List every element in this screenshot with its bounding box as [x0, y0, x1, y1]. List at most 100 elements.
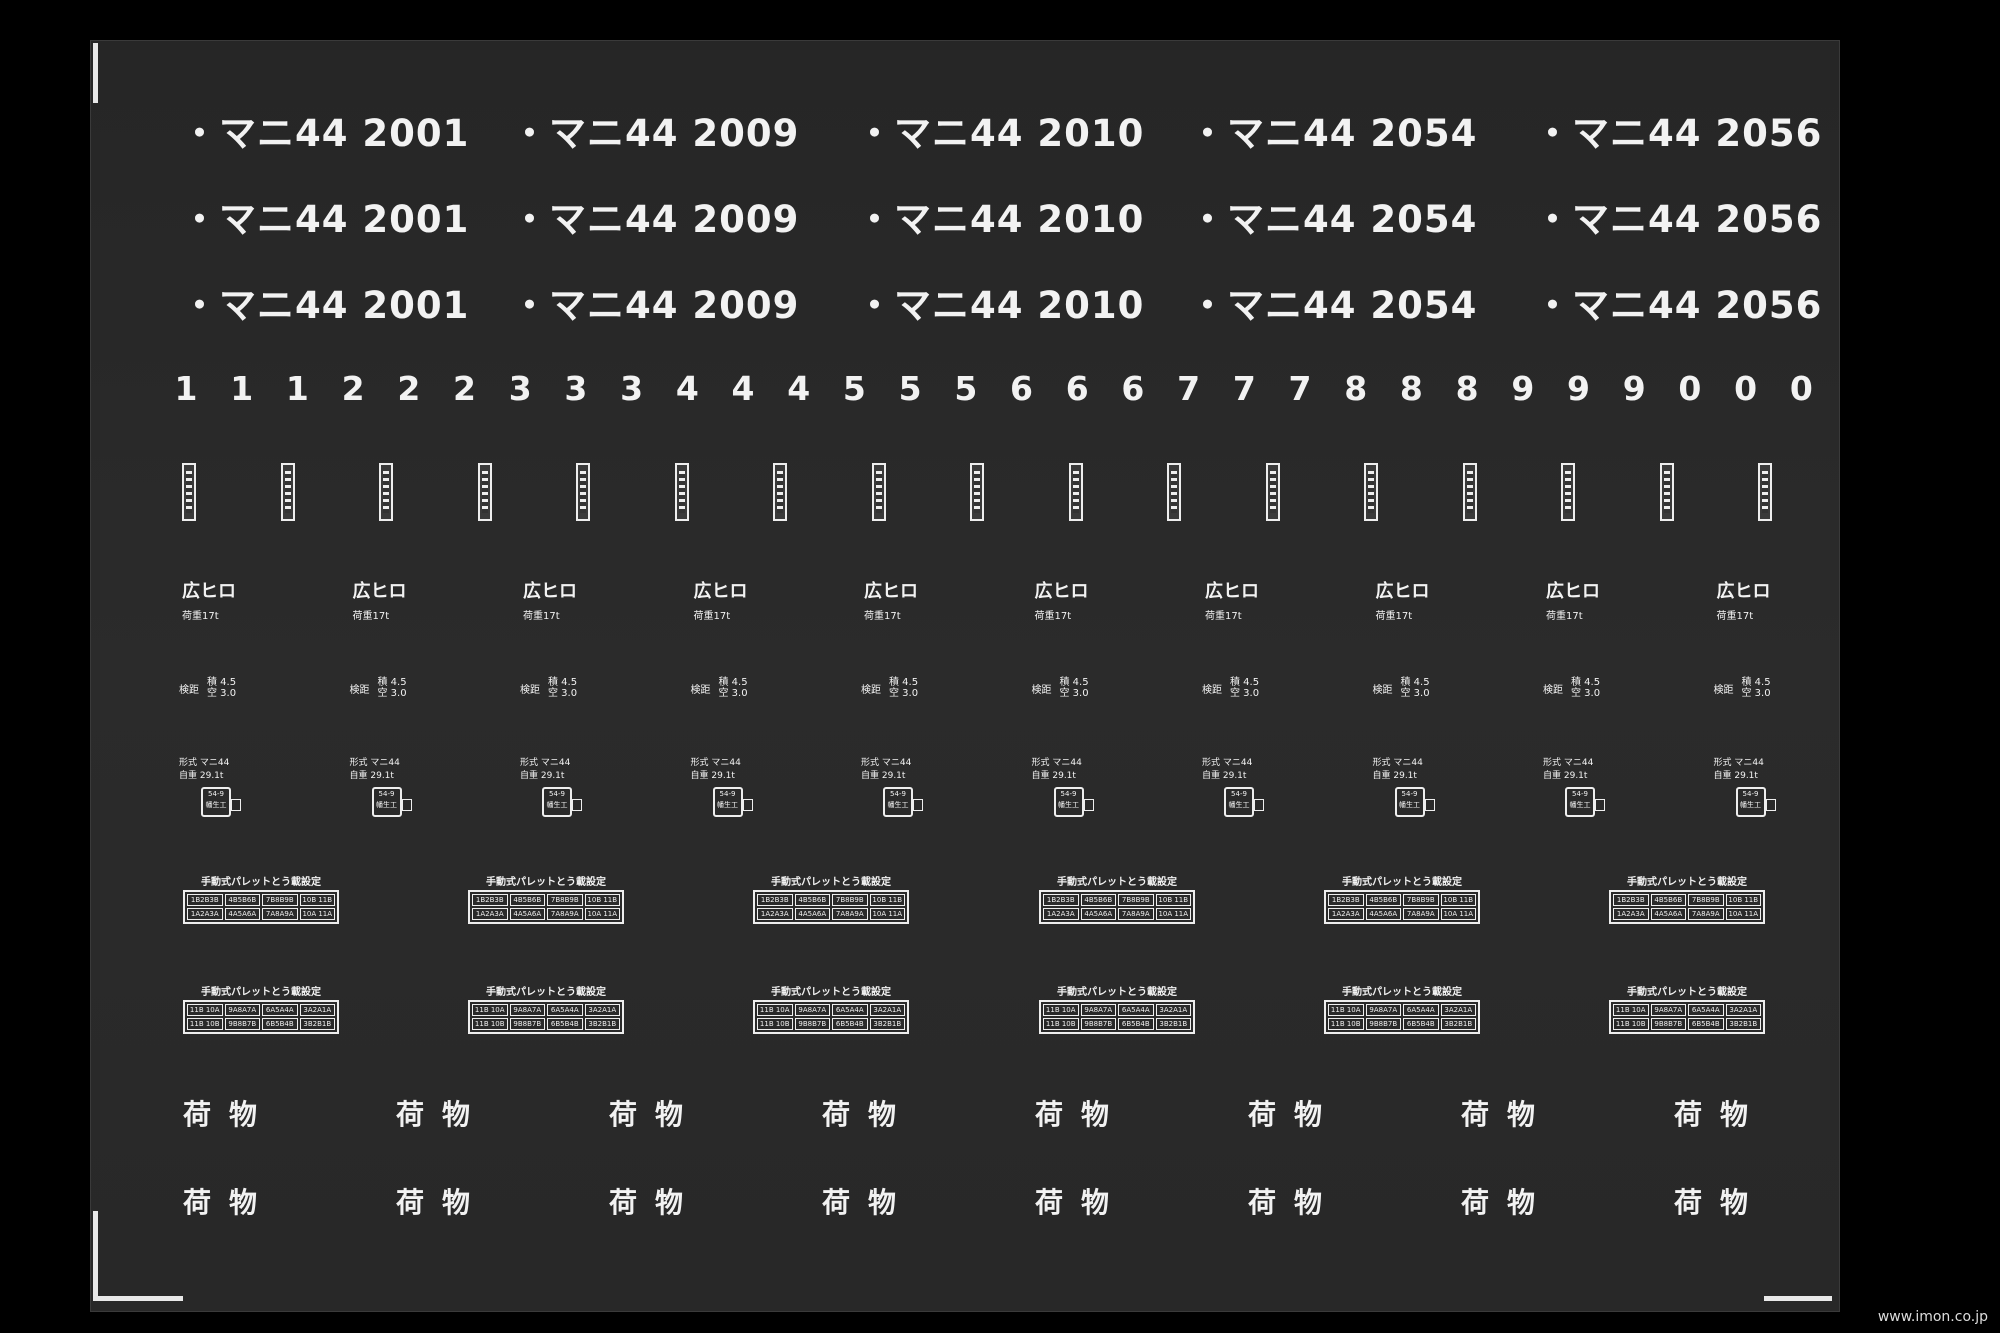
- spec-full: 積 4.5: [548, 677, 578, 688]
- spec-empty: 空 3.0: [1230, 688, 1260, 699]
- pallet-cell: 3B2B1B: [1440, 1018, 1476, 1030]
- pallet-cell: 7B8B9B: [1118, 894, 1154, 906]
- pallet-cell: 6B5B4B: [547, 1018, 583, 1030]
- inspection-label: 形式 マニ44 自重 29.1t 54-9 幡生工: [350, 755, 430, 817]
- pallet-cell: 11B 10A: [187, 1004, 223, 1016]
- pallet-cell: 9B8B7B: [1365, 1018, 1401, 1030]
- car-number: ・マニ44 2056: [1534, 112, 1823, 155]
- pallet-table-title: 手動式パレットとう載設定: [1627, 987, 1747, 998]
- pallet-cell: 10A 11A: [1440, 908, 1476, 920]
- pallet-grid: 1B2B3B 4B5B6B 7B8B9B 10B 11B 1A2A3A 4A5A6A 7A8…: [183, 890, 339, 924]
- digit: 9: [1622, 369, 1646, 408]
- pallet-cell: 11B 10A: [1328, 1004, 1364, 1016]
- inspection-box: 54-9 幡生工: [1053, 787, 1084, 817]
- pallet-table-title: 手動式パレットとう載設定: [1057, 987, 1177, 998]
- pallet-table-title: 手動式パレットとう載設定: [201, 877, 321, 888]
- pallet-cell: 1B2B3B: [1043, 894, 1079, 906]
- depot-label: 広ヒロ 荷重17t: [1546, 577, 1626, 622]
- registration-mark-top-left: [93, 43, 98, 103]
- spec-label: 検距積 4.5 空 3.0: [691, 677, 748, 699]
- type-text: 形式 マニ44: [1372, 758, 1423, 768]
- spec-full: 積 4.5: [889, 677, 919, 688]
- depot-mark: 広ヒロ: [693, 581, 748, 602]
- capacity-text: 荷重17t: [1716, 611, 1754, 622]
- pallet-table: 手動式パレットとう載設定 11B 10A 9A8A7A 6A5A4A 3A2A1A 11B…: [183, 983, 339, 1034]
- pallet-cell: 6A5A4A: [832, 1004, 868, 1016]
- inspection-label: 形式 マニ44 自重 29.1t 54-9 幡生工: [179, 755, 259, 817]
- digit: 9: [1567, 369, 1590, 408]
- capacity-text: 荷重17t: [1375, 611, 1413, 622]
- pallet-grid: 1B2B3B 4B5B6B 7B8B9B 10B 11B 1A2A3A 4A5A6A 7A8…: [468, 890, 624, 924]
- capacity-text: 荷重17t: [182, 611, 219, 622]
- small-square: [1424, 799, 1435, 811]
- weight-text: 自重 29.1t: [1202, 771, 1247, 781]
- pallet-cell: 9A8A7A: [1080, 1004, 1116, 1016]
- digit: 4: [731, 369, 755, 408]
- box-top: 54-9: [890, 790, 906, 798]
- pallet-cell: 1A2A3A: [187, 908, 223, 920]
- spec-label: 検距積 4.5 空 3.0: [520, 677, 577, 699]
- pallet-cell: 9A8A7A: [1365, 1004, 1401, 1016]
- pallet-cell: 11B 10B: [757, 1018, 793, 1030]
- car-number: ・マニ44 2009: [511, 284, 800, 327]
- registration-mark-bottom-left-h: [93, 1296, 183, 1301]
- weight-text: 自重 29.1t: [520, 771, 565, 781]
- digit: 0: [1789, 369, 1813, 408]
- spec-full: 積 4.5: [1059, 677, 1089, 688]
- depot-label: 広ヒロ 荷重17t: [182, 577, 262, 622]
- type-text: 形式 マニ44: [1713, 758, 1764, 768]
- capacity-text: 荷重17t: [1034, 611, 1072, 622]
- pallet-cell: 4A5A6A: [1650, 908, 1686, 920]
- digit: 7: [1232, 369, 1256, 408]
- pallet-table-title: 手動式パレットとう載設定: [1342, 877, 1462, 888]
- pallet-cell: 10B 11B: [299, 894, 335, 906]
- box-bottom: 幡生工: [1569, 801, 1591, 809]
- digit: 0: [1734, 369, 1758, 408]
- box-top: 54-9: [378, 790, 395, 798]
- spec-key: 検距: [179, 684, 199, 696]
- small-square: [1083, 799, 1094, 811]
- car-number: ・マニ44 2009: [511, 198, 800, 241]
- pallet-cell: 1A2A3A: [472, 908, 508, 920]
- pallet-cell: 9A8A7A: [224, 1004, 260, 1016]
- pallet-cell: 3A2A1A: [869, 1004, 905, 1016]
- spec-values: 積 4.5 空 3.0: [1401, 677, 1430, 699]
- type-text: 形式 マニ44: [861, 758, 912, 768]
- pallet-table: 手動式パレットとう載設定 1B2B3B 4B5B6B 7B8B9B 10B 11B 1A2…: [1609, 873, 1765, 924]
- weight-text: 自重 29.1t: [1031, 771, 1076, 781]
- spec-empty: 空 3.0: [1059, 688, 1089, 699]
- depot-mark: 広ヒロ: [352, 581, 407, 602]
- digit: 7: [1288, 369, 1312, 408]
- spec-label: 検距積 4.5 空 3.0: [1714, 677, 1771, 699]
- box-bottom: 幡生工: [887, 801, 909, 809]
- pallet-table-title: 手動式パレットとう載設定: [1057, 877, 1177, 888]
- inspection-label: 形式 マニ44 自重 29.1t 54-9 幡生工: [1543, 755, 1623, 817]
- spec-full: 積 4.5: [1571, 677, 1601, 688]
- spec-empty: 空 3.0: [377, 688, 407, 699]
- box-top: 54-9: [1742, 790, 1759, 798]
- cargo-text: 荷物: [1674, 1186, 1767, 1219]
- pallet-cell: 7A8A9A: [1688, 908, 1724, 920]
- digit: 3: [508, 369, 532, 408]
- number-plate: [182, 463, 196, 521]
- spec-key: 検距: [349, 684, 370, 696]
- small-square: [913, 799, 923, 811]
- digit: 7: [1177, 369, 1201, 408]
- inspection-box: 54-9 幡生工: [712, 787, 743, 817]
- pallet-grid: 11B 10A 9A8A7A 6A5A4A 3A2A1A 11B 10B 9B8B7B 6B…: [1609, 1000, 1765, 1034]
- weight-text: 自重 29.1t: [1713, 771, 1758, 781]
- pallet-cell: 3B2B1B: [584, 1018, 620, 1030]
- car-number: ・マニ44 2054: [1189, 284, 1478, 327]
- pallet-cell: 1B2B3B: [1328, 894, 1364, 906]
- pallet-cell: 6A5A4A: [1118, 1004, 1154, 1016]
- pallet-cell: 6B5B4B: [1403, 1018, 1439, 1030]
- pallet-cell: 6B5B4B: [832, 1018, 868, 1030]
- digit: 5: [954, 369, 978, 408]
- pallet-table: 手動式パレットとう載設定 1B2B3B 4B5B6B 7B8B9B 10B 11B 1A2…: [468, 873, 624, 924]
- digit: 6: [1121, 369, 1145, 408]
- depot-label: 広ヒロ 荷重17t: [1376, 577, 1456, 622]
- pallet-cell: 4B5B6B: [1365, 894, 1401, 906]
- pallet-table-title: 手動式パレットとう載設定: [1342, 987, 1462, 998]
- digit: 1: [174, 369, 198, 408]
- spec-full: 積 4.5: [207, 677, 237, 688]
